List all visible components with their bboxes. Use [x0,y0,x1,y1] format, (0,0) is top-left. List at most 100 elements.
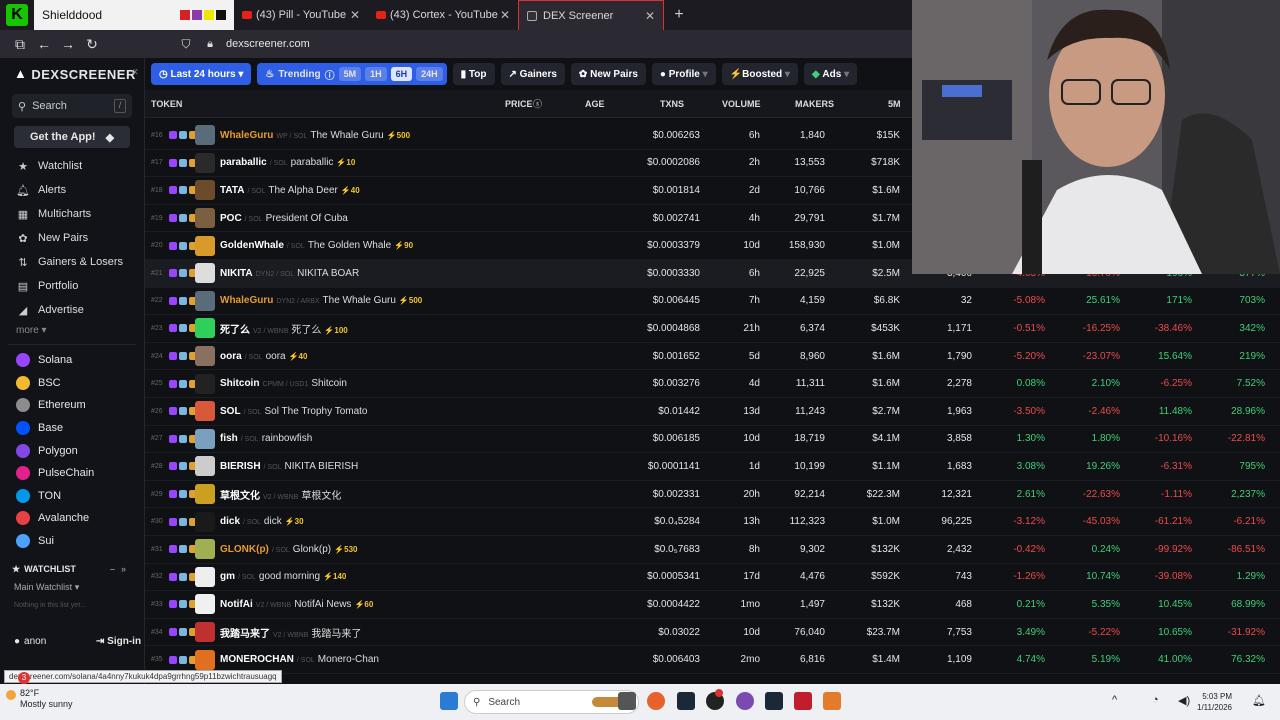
table-row[interactable]: #34 我踏马来了 V2 / WBNB 我踏马来了 $0.03022 10d 76,040 $… [145,619,1280,647]
table-row[interactable]: #31 GLONK(p) / SOL Glonk(p) ⚡530 $0.0₅7683 8h 9… [145,536,1280,564]
app-icon[interactable] [736,692,754,710]
chain-item[interactable]: Polygon [0,439,144,462]
lock-icon[interactable]: 🔒︎ [198,38,222,51]
weather-widget[interactable]: 82°F Mostly sunny [6,688,73,710]
tf-24h[interactable]: 24H [416,67,443,81]
steam-icon[interactable] [677,692,695,710]
reload-icon[interactable]: ↻ [80,36,104,53]
cell-h1: -45.03% [1082,516,1120,528]
chain-item[interactable]: Avalanche [0,507,144,530]
sidebar-item-portfolio[interactable]: ▤ Portfolio [0,274,144,298]
header-price[interactable]: PRICE [505,99,533,109]
close-icon[interactable]: ✕ [350,8,360,22]
table-row[interactable]: #33 NotifAi V2 / WBNB NotifAi News ⚡60 $0.000… [145,591,1280,619]
steam-alt-icon[interactable] [765,692,783,710]
badge-icon [179,655,187,664]
tf-6h[interactable]: 6H [390,67,413,81]
forward-arrow-icon[interactable]: → [56,36,80,52]
token-fullname: NIKITA BOAR [297,267,360,279]
sign-in-button[interactable]: ⇥ Sign-in [96,636,141,647]
header-5m[interactable]: 5M [888,99,901,109]
chain-item[interactable]: Ethereum [0,394,144,417]
cell-h6: -39.08% [1154,571,1192,583]
get-app-button[interactable]: Get the App! ◆ [14,126,130,148]
header-volume[interactable]: VOLUME [722,99,761,109]
close-icon[interactable]: ✕ [645,9,655,23]
gainers-button[interactable]: ↗ Gainers [500,63,565,85]
table-row[interactable]: #22 WhaleGuru DYN2 / ARBX The Whale Guru ⚡50… [145,288,1280,316]
chain-item[interactable]: BSC [0,372,144,395]
shield-icon[interactable]: ⛉ [174,37,198,52]
close-icon[interactable]: ✕ [500,8,510,22]
watchlist-controls-icon[interactable]: –» [110,564,132,574]
browser-logo-icon[interactable]: K [6,4,28,26]
firefox-icon[interactable] [647,692,665,710]
chain-dex-icons [169,352,197,361]
sidebar-item-watchlist[interactable]: ★ Watchlist [0,154,144,178]
trending-filter[interactable]: ♨ Trending ⓘ 5M 1H 6H 24H [257,63,447,85]
angular-icon[interactable] [794,692,812,710]
back-arrow-icon[interactable]: ← [32,36,56,52]
chain-item[interactable]: Sui [0,530,144,553]
table-row[interactable]: #24 oora / SOL oora ⚡40 $0.001652 5d 8,960 $1.6M… [145,343,1280,371]
chain-item[interactable]: PulseChain [0,462,144,485]
sidebar-item-gainers-losers[interactable]: ⇅ Gainers & Losers [0,250,144,274]
table-row[interactable]: #27 fish / SOL rainbowfish $0.006185 10d 18,71… [145,426,1280,454]
windows-start-icon[interactable] [440,692,458,710]
wifi-icon[interactable]: ◔ [1152,694,1159,706]
taskbar-search[interactable]: ⚲ Search [464,690,639,714]
table-row[interactable]: #29 草根文化 V2 / WBNB 草根文化 $0.002331 20h 92,214 $2… [145,481,1280,509]
tab-dex-screener[interactable]: DEX Screener ✕ [518,0,664,30]
sidebar-item-multicharts[interactable]: ▦ Multicharts [0,202,144,226]
top-button[interactable]: ▮ Top [452,63,495,85]
timeframe-dropdown[interactable]: ◷ Last 24 hours ▾ [151,63,252,85]
chain-item[interactable]: TON [0,485,144,508]
calculator-icon[interactable] [823,692,841,710]
tf-1h[interactable]: 1H [365,67,387,81]
token-symbol: 草根文化 [220,490,260,502]
volume-icon[interactable]: ◀) [1178,694,1190,707]
header-age[interactable]: AGE [585,99,605,109]
user-account[interactable]: ● anon [14,636,46,647]
tray-chevron-icon[interactable]: ^ [1112,694,1117,706]
boosted-filter[interactable]: ⚡ Boosted ▾ [721,63,798,85]
dexscreener-logo[interactable]: ▲ DEXSCREENER [0,58,144,90]
new-pairs-button[interactable]: ✿ New Pairs [570,63,646,85]
tab-youtube-pill[interactable]: (43) Pill - YouTube ✕ [234,0,368,30]
sidebar-toggle-icon[interactable]: ⧉ [8,36,32,53]
tab-youtube-cortex[interactable]: (43) Cortex - YouTube ✕ [368,0,518,30]
cell-h24: -6.21% [1233,516,1265,528]
tf-5m[interactable]: 5M [338,67,362,81]
ads-filter[interactable]: ◆ Ads ▾ [803,63,858,85]
currency-icon[interactable]: ⓢ [533,97,542,110]
sidebar-item-advertise[interactable]: ◢ Advertise [0,298,144,322]
table-row[interactable]: #26 SOL / SOL Sol The Trophy Tomato $0.01442… [145,398,1280,426]
more-link[interactable]: more ▾ [0,322,144,340]
clock[interactable]: 5:03 PM 1/11/2026 [1197,691,1232,713]
search-input[interactable]: ⚲ Search / [12,94,132,118]
table-row[interactable]: #28 BIERISH / SOL NIKITA BIERISH $0.0001141 1… [145,453,1280,481]
table-row[interactable]: #30 dick / SOL dick ⚡30 $0.0₄5284 13h 112,323 $1… [145,508,1280,536]
table-row[interactable]: #32 gm / SOL good morning ⚡140 $0.0005341 17d 4… [145,564,1280,592]
sidebar-item-alerts[interactable]: 🔔︎ Alerts [0,178,144,202]
sidebar-item-label: Gainers & Losers [38,256,123,268]
table-row[interactable]: #25 Shitcoin CPMM / USD1 Shitcoin $0.003276 4… [145,370,1280,398]
header-token[interactable]: TOKEN [151,99,182,109]
table-row[interactable]: #23 死了么 V2 / WBNB 死了么 ⚡100 $0.0004868 21h 6,374… [145,315,1280,343]
profile-filter[interactable]: ● Profile ▾ [651,63,716,85]
url-text[interactable]: dexscreener.com [226,38,310,50]
header-makers[interactable]: MAKERS [795,99,834,109]
notification-bell-icon[interactable]: 🔔︎ [1252,694,1266,707]
task-view-icon[interactable] [618,692,636,710]
cell-h24: 68.99% [1231,598,1265,610]
chain-item[interactable]: Base [0,417,144,440]
sidebar-item-new-pairs[interactable]: ✿ New Pairs [0,226,144,250]
table-row[interactable]: #35 MONEROCHAN / SOL Monero-Chan $0.006403 2m… [145,646,1280,674]
collapse-sidebar-icon[interactable]: « [131,64,138,78]
header-txns[interactable]: TXNS [660,99,684,109]
chain-item[interactable]: Solana [0,349,144,372]
new-tab-plus-icon[interactable]: + [664,6,694,24]
profile-tab[interactable]: Shielddood [34,0,234,30]
watchlist-selector[interactable]: Main Watchlist ▾ [0,578,144,596]
badge-icon [179,490,187,499]
